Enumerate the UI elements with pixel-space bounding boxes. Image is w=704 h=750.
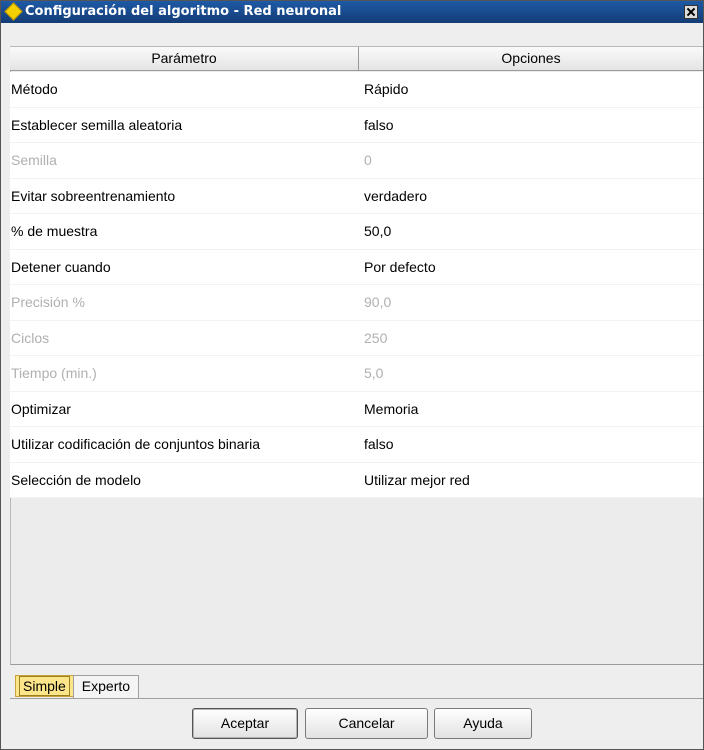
parameter-name: Optimizar bbox=[11, 400, 71, 417]
column-header-parameter[interactable]: Parámetro bbox=[10, 47, 359, 70]
parameter-name: Selección de modelo bbox=[11, 471, 141, 488]
parameter-name: % de muestra bbox=[11, 223, 98, 239]
option-value[interactable]: Rápido bbox=[359, 72, 703, 107]
diamond-icon bbox=[4, 2, 23, 21]
option-value[interactable]: Por defecto bbox=[359, 250, 703, 285]
window-title: Configuración del algoritmo - Red neuron… bbox=[25, 4, 342, 19]
option-value[interactable]: Memoria bbox=[359, 392, 703, 427]
parameter-name: Ciclos bbox=[11, 329, 50, 346]
table-body: Método Rápido Establecer semilla aleator… bbox=[10, 72, 703, 498]
table-header: Parámetro Opciones bbox=[10, 46, 703, 71]
option-value[interactable]: falso bbox=[359, 427, 703, 462]
tab-expert[interactable]: Experto bbox=[72, 675, 140, 699]
parameter-name: Establecer semilla aleatoria bbox=[11, 116, 183, 133]
close-icon[interactable] bbox=[684, 5, 698, 19]
parameter-name: Evitar sobreentrenamiento bbox=[11, 187, 176, 204]
option-value: 90,0 bbox=[364, 294, 392, 310]
option-value[interactable]: verdadero bbox=[359, 179, 703, 214]
tab-simple[interactable]: Simple bbox=[15, 675, 74, 697]
algorithm-settings-dialog: Configuración del algoritmo - Red neuron… bbox=[0, 0, 704, 750]
parameter-name: Precisión % bbox=[11, 294, 85, 310]
option-value[interactable]: Utilizar mejor red bbox=[359, 463, 703, 498]
table-row[interactable]: Método Rápido bbox=[10, 72, 703, 108]
table-row[interactable]: % de muestra 50,0 bbox=[10, 214, 703, 250]
parameter-name: Semilla bbox=[11, 152, 57, 168]
parameter-name: Método bbox=[11, 81, 58, 97]
table-row: Ciclos 250 bbox=[10, 320, 703, 356]
parameter-name: Detener cuando bbox=[11, 258, 111, 275]
parameter-name: Tiempo (min.) bbox=[11, 365, 97, 381]
table-row[interactable]: Evitar sobreentrenamiento verdadero bbox=[10, 178, 703, 214]
help-button[interactable]: Ayuda bbox=[434, 708, 532, 739]
table-row: Tiempo (min.) 5,0 bbox=[10, 356, 703, 392]
column-header-options[interactable]: Opciones bbox=[359, 47, 703, 70]
table-row[interactable]: Utilizar codificación de conjuntos binar… bbox=[10, 427, 703, 463]
table-row: Semilla 0 bbox=[10, 143, 703, 179]
ok-button[interactable]: Aceptar bbox=[192, 708, 298, 739]
option-value[interactable]: 50,0 bbox=[359, 214, 703, 249]
option-value: 0 bbox=[364, 152, 372, 168]
option-value[interactable]: falso bbox=[359, 108, 703, 143]
parameter-name: Utilizar codificación de conjuntos binar… bbox=[11, 436, 261, 452]
mode-tabs: Simple Experto bbox=[15, 675, 140, 699]
option-value: 250 bbox=[364, 329, 388, 346]
title-bar[interactable]: Configuración del algoritmo - Red neuron… bbox=[1, 1, 703, 23]
table-row: Precisión % 90,0 bbox=[10, 285, 703, 321]
option-value: 5,0 bbox=[364, 365, 384, 381]
tab-label: Simple bbox=[19, 676, 70, 696]
table-row[interactable]: Optimizar Memoria bbox=[10, 391, 703, 427]
table-row[interactable]: Selección de modelo Utilizar mejor red bbox=[10, 462, 703, 498]
table-row[interactable]: Detener cuando Por defecto bbox=[10, 249, 703, 285]
cancel-button[interactable]: Cancelar bbox=[305, 708, 428, 739]
table-row[interactable]: Establecer semilla aleatoria falso bbox=[10, 107, 703, 143]
